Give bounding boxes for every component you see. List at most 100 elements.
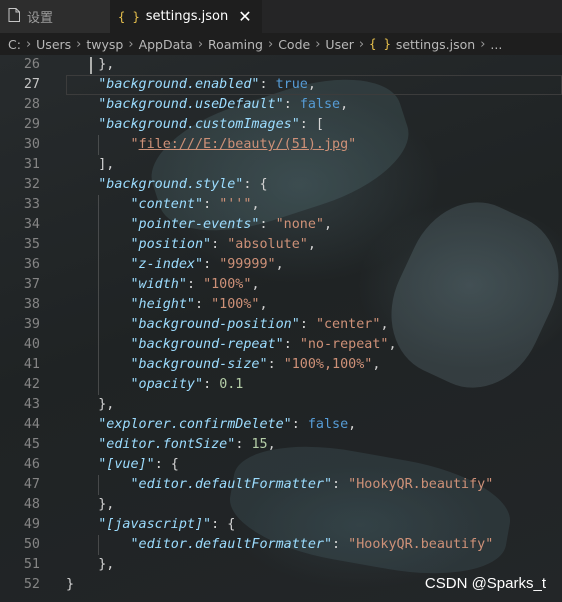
code-token: , — [267, 437, 276, 452]
code-line[interactable]: 43 }, — [0, 395, 562, 415]
line-number: 45 — [23, 437, 40, 452]
code-token: }, — [66, 497, 115, 512]
line-number: 36 — [23, 257, 40, 272]
code-line[interactable]: 49 "[javascript]": { — [0, 515, 562, 535]
code-token: "[javascript]" — [98, 517, 212, 532]
close-icon[interactable]: ✕ — [238, 8, 251, 25]
code-token: , — [275, 257, 284, 272]
code-line[interactable]: 29 "background.customImages": [ — [0, 115, 562, 135]
breadcrumb-item[interactable]: AppData — [139, 37, 193, 52]
code-text: "opacity": 0.1 — [66, 375, 244, 395]
code-line[interactable]: 44 "explorer.confirmDelete": false, — [0, 415, 562, 435]
line-number: 52 — [23, 577, 40, 592]
code-line[interactable]: 50 "editor.defaultFormatter": "HookyQR.b… — [0, 535, 562, 555]
code-token: : — [211, 237, 228, 252]
json-braces-icon: { } — [369, 37, 391, 51]
code-line[interactable]: 32 "background.style": { — [0, 175, 562, 195]
tab-settings-json[interactable]: { } settings.json ✕ — [110, 0, 262, 33]
code-token: "explorer.confirmDelete" — [98, 417, 292, 432]
code-token: "100%" — [203, 277, 252, 292]
code-token: " — [348, 137, 357, 152]
breadcrumb-item[interactable]: Users — [36, 37, 71, 52]
line-number: 51 — [23, 557, 40, 572]
code-line[interactable]: 28 "background.useDefault": false, — [0, 95, 562, 115]
breadcrumb: C: › Users › twysp › AppData › Roaming ›… — [0, 33, 562, 55]
code-text: "position": "absolute", — [66, 235, 316, 255]
text-cursor — [90, 57, 92, 74]
tab-label: settings.json — [145, 9, 229, 24]
breadcrumb-file[interactable]: { } settings.json — [369, 37, 475, 52]
code-line[interactable]: 38 "height": "100%", — [0, 295, 562, 315]
code-token: "z-index" — [130, 257, 204, 272]
code-token: "HookyQR.beautify" — [348, 537, 494, 552]
code-line[interactable]: 35 "position": "absolute", — [0, 235, 562, 255]
code-token: "background-position" — [130, 317, 300, 332]
code-line[interactable]: 30 "file:///E:/beauty/(51).jpg" — [0, 135, 562, 155]
line-number: 27 — [23, 77, 40, 92]
code-line[interactable]: 40 "background-repeat": "no-repeat", — [0, 335, 562, 355]
code-text: "height": "100%", — [66, 295, 268, 315]
code-line[interactable]: 42 "opacity": 0.1 — [0, 375, 562, 395]
watermark: CSDN @Sparks_t — [424, 575, 546, 592]
line-number: 30 — [23, 137, 40, 152]
line-number: 29 — [23, 117, 40, 132]
code-text: "background.customImages": [ — [66, 115, 324, 135]
chevron-right-icon: › — [128, 36, 134, 52]
code-token: "100%,100%" — [283, 357, 373, 372]
code-text: "width": "100%", — [66, 275, 260, 295]
code-line[interactable]: 46 "[vue]": { — [0, 455, 562, 475]
breadcrumb-item[interactable]: Code — [278, 37, 310, 52]
code-line[interactable]: 51 }, — [0, 555, 562, 575]
code-line[interactable]: 41 "background-size": "100%,100%", — [0, 355, 562, 375]
code-line[interactable]: 26 }, — [0, 55, 562, 75]
code-line[interactable]: 33 "content": "''", — [0, 195, 562, 215]
code-line[interactable]: 36 "z-index": "99999", — [0, 255, 562, 275]
code-token: }, — [66, 397, 115, 412]
code-token: : { — [211, 517, 236, 532]
code-token: "[vue]" — [98, 457, 155, 472]
code-line[interactable]: 45 "editor.fontSize": 15, — [0, 435, 562, 455]
code-token: "HookyQR.beautify" — [348, 477, 494, 492]
indent-guide — [98, 275, 100, 295]
code-token: "no-repeat" — [299, 337, 389, 352]
code-line[interactable]: 39 "background-position": "center", — [0, 315, 562, 335]
code-line[interactable]: 31 ], — [0, 155, 562, 175]
code-line[interactable]: 27 "background.enabled": true, — [0, 75, 562, 95]
indent-guide — [98, 355, 100, 375]
code-token: , — [251, 277, 260, 292]
line-number: 34 — [23, 217, 40, 232]
indent-guide — [98, 535, 100, 555]
line-number: 44 — [23, 417, 40, 432]
breadcrumb-item[interactable]: twysp — [86, 37, 123, 52]
code-token: "absolute" — [227, 237, 308, 252]
code-token: "background.customImages" — [98, 117, 300, 132]
code-text: "background.enabled": true, — [66, 75, 316, 95]
code-line[interactable]: 37 "width": "100%", — [0, 275, 562, 295]
indent-guide — [98, 475, 100, 495]
code-token: , — [372, 357, 381, 372]
code-text: "[javascript]": { — [66, 515, 235, 535]
code-token: : — [332, 537, 349, 552]
code-token: false — [307, 417, 349, 432]
code-line[interactable]: 48 }, — [0, 495, 562, 515]
file-icon — [8, 7, 20, 26]
code-lines[interactable]: 26 }, 27 "background.enabled": true, 28 "b… — [0, 55, 562, 595]
breadcrumb-item[interactable]: User — [325, 37, 354, 52]
code-editor[interactable]: 26 }, 27 "background.enabled": true, 28 "b… — [0, 55, 562, 602]
code-token: 15 — [251, 437, 268, 452]
breadcrumb-item[interactable]: C: — [8, 37, 21, 52]
code-line[interactable]: 34 "pointer-events": "none", — [0, 215, 562, 235]
breadcrumb-item[interactable]: Roaming — [208, 37, 263, 52]
code-token: false — [299, 97, 341, 112]
code-token: "''" — [219, 197, 252, 212]
code-text: "editor.defaultFormatter": "HookyQR.beau… — [66, 475, 494, 495]
line-number: 39 — [23, 317, 40, 332]
chevron-right-icon: › — [25, 36, 32, 52]
code-line[interactable]: 47 "editor.defaultFormatter": "HookyQR.b… — [0, 475, 562, 495]
code-token: , — [388, 337, 397, 352]
chevron-right-icon: › — [268, 36, 274, 52]
breadcrumb-more[interactable]: ... — [490, 37, 502, 52]
code-token: , — [340, 97, 349, 112]
tab-settings-ui[interactable]: 设置 — [0, 0, 110, 33]
